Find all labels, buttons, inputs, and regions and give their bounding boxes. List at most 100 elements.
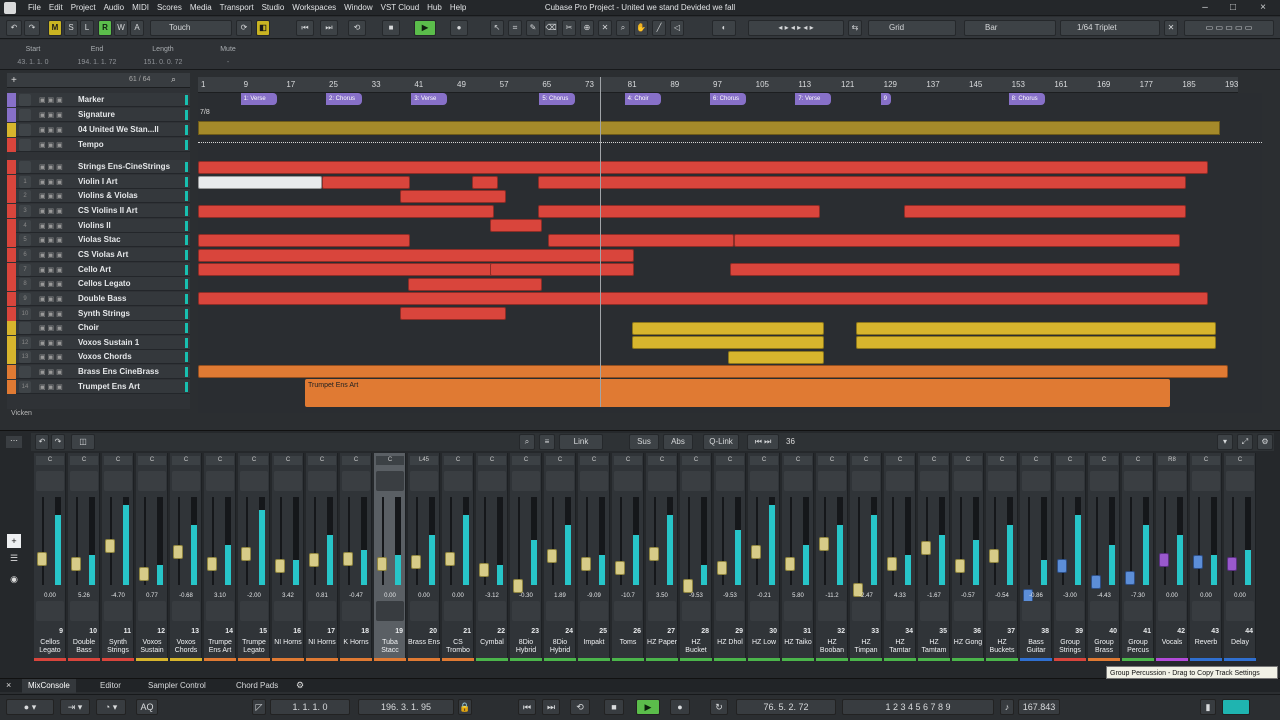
volume-value[interactable]: -0.54	[986, 593, 1018, 599]
snapshot-icon[interactable]: ◫	[71, 434, 95, 450]
mute-solo-buttons[interactable]	[138, 471, 166, 491]
mixer-channel-strip[interactable]: C -2.47 33 HZ Timpan	[850, 453, 882, 661]
pan-control[interactable]: C	[648, 456, 676, 465]
stop-icon[interactable]: ■	[382, 20, 400, 36]
read-write-buttons[interactable]	[240, 601, 268, 621]
pan-control[interactable]: C	[784, 456, 812, 465]
mixer-channel-strip[interactable]: C -3.12 22 Cymbal	[476, 453, 508, 661]
pan-control[interactable]: C	[342, 456, 370, 465]
tab-sampler-control[interactable]: Sampler Control	[142, 679, 212, 693]
read-write-buttons[interactable]	[682, 601, 710, 621]
mute-solo-buttons[interactable]	[70, 471, 98, 491]
mute-solo-buttons[interactable]	[1124, 471, 1152, 491]
channel-name[interactable]: HZ Tamtar	[884, 639, 916, 655]
volume-value[interactable]: -0.21	[748, 593, 780, 599]
track-row[interactable]: 5 ▣ ▣ ▣ Violas Stac	[7, 233, 190, 247]
pan-control[interactable]: R8	[1158, 456, 1186, 465]
left-locator-icon[interactable]: ◸	[252, 699, 266, 715]
mixer-channel-strip[interactable]: C -11.2 32 HZ Booban	[816, 453, 848, 661]
pan-control[interactable]: C	[1056, 456, 1084, 465]
read-write-buttons[interactable]	[308, 601, 336, 621]
mute-solo-buttons[interactable]	[1056, 471, 1084, 491]
volume-fader[interactable]	[343, 552, 353, 566]
end-field[interactable]: End 194. 1. 1. 72	[74, 43, 120, 69]
track-name[interactable]: CS Violins II Art	[78, 206, 138, 215]
mixer-channel-strip[interactable]: L45 0.00 20 Brass Ens	[408, 453, 440, 661]
volume-fader[interactable]	[785, 557, 795, 571]
transport-stop-icon[interactable]: ■	[604, 699, 624, 715]
volume-value[interactable]: 1.89	[544, 593, 576, 599]
redo-mix-icon[interactable]: ↷	[51, 434, 65, 450]
mixer-channel-strip[interactable]: C -4.70 11 Synth Strings	[102, 453, 134, 661]
cycle-icon[interactable]: ⟲	[348, 20, 366, 36]
channel-name[interactable]: HZ Bucket	[680, 639, 712, 655]
volume-fader[interactable]	[547, 549, 557, 563]
read-write-buttons[interactable]	[172, 601, 200, 621]
mixer-channel-strip[interactable]: C 5.26 10 Double Bass	[68, 453, 100, 661]
channel-name[interactable]: Group Brass	[1088, 639, 1120, 655]
track-name[interactable]: Brass Ens CineBrass	[78, 367, 159, 376]
channel-name[interactable]: 8Dio Hybrid	[510, 639, 542, 655]
read-write-buttons[interactable]	[478, 601, 506, 621]
read-write-buttons[interactable]	[648, 601, 676, 621]
channel-name[interactable]: Synth Strings	[102, 639, 134, 655]
volume-value[interactable]: -3.12	[476, 593, 508, 599]
pan-control[interactable]: C	[1226, 456, 1254, 465]
mute-solo-buttons[interactable]	[682, 471, 710, 491]
track-name[interactable]: Violins & Violas	[78, 191, 138, 200]
read-write-buttons[interactable]	[614, 601, 642, 621]
mixer-list-icon[interactable]: ≡	[539, 434, 555, 450]
tab-mixconsole[interactable]: MixConsole	[22, 679, 76, 693]
channel-name[interactable]: Cymbal	[476, 639, 508, 647]
track-buttons[interactable]: ▣ ▣ ▣	[39, 250, 73, 260]
mixer-channel-strip[interactable]: C 0.00 21 CS Trombo	[442, 453, 474, 661]
read-write-buttons[interactable]	[1124, 601, 1152, 621]
pan-control[interactable]: L45	[410, 456, 438, 465]
volume-value[interactable]: -11.2	[816, 593, 848, 599]
rack-icon[interactable]: ☰	[7, 553, 21, 567]
mute-solo-buttons[interactable]	[818, 471, 846, 491]
midi-part[interactable]	[490, 263, 634, 276]
track-name[interactable]: Violas Stac	[78, 235, 121, 244]
read-write-buttons[interactable]	[784, 601, 812, 621]
pan-control[interactable]: C	[240, 456, 268, 465]
channel-name[interactable]: Group Percus	[1122, 639, 1154, 655]
add-track-icon[interactable]: +	[11, 75, 17, 86]
fader-track[interactable]	[994, 497, 996, 585]
volume-fader[interactable]	[819, 537, 829, 551]
nudge-buttons[interactable]: ◂ ▸ ◂ ▸ ◂ ▸	[748, 20, 844, 36]
fader-track[interactable]	[1164, 497, 1166, 585]
tab-settings-icon[interactable]: ⚙	[296, 680, 304, 691]
window-layout-buttons[interactable]: ▭ ▭ ▭ ▭ ▭	[1184, 20, 1274, 36]
volume-fader[interactable]	[377, 557, 387, 571]
volume-value[interactable]: 0.00	[1156, 593, 1188, 599]
fader-track[interactable]	[518, 497, 520, 585]
tempo-value[interactable]: 167.843	[1018, 699, 1060, 715]
track-row[interactable]: ▣ ▣ ▣ Signature	[7, 108, 190, 122]
midi-part[interactable]	[538, 205, 820, 218]
marker-jump-icon[interactable]: ↻	[710, 699, 728, 715]
track-name[interactable]: Voxos Chords	[78, 352, 132, 361]
end-value[interactable]: 194. 1. 1. 72	[74, 56, 120, 69]
track-name[interactable]: Marker	[78, 95, 104, 104]
mixer-channel-strip[interactable]: C 0.00 44 Delay	[1224, 453, 1256, 661]
activate-button[interactable]: A	[130, 20, 144, 36]
read-write-buttons[interactable]	[954, 601, 982, 621]
midi-part[interactable]	[400, 190, 506, 203]
click-icon[interactable]: ♪	[1000, 699, 1014, 715]
volume-fader[interactable]	[1125, 571, 1135, 585]
volume-value[interactable]: -4.43	[1088, 593, 1120, 599]
fader-track[interactable]	[892, 497, 894, 585]
read-write-buttons[interactable]	[750, 601, 778, 621]
fader-track[interactable]	[42, 497, 44, 585]
volume-fader[interactable]	[241, 547, 251, 561]
track-row[interactable]: 14 ▣ ▣ ▣ Trumpet Ens Art	[7, 380, 190, 394]
transport-cycle-icon[interactable]: ⟲	[570, 699, 590, 715]
track-row[interactable]: ▣ ▣ ▣ Marker	[7, 93, 190, 107]
fader-track[interactable]	[1232, 497, 1234, 585]
channel-name[interactable]: Delay	[1224, 639, 1256, 647]
mixer-channel-strip[interactable]: C -10.7 26 Toms	[612, 453, 644, 661]
pan-control[interactable]: C	[478, 456, 506, 465]
mute-solo-buttons[interactable]	[1090, 471, 1118, 491]
track-name[interactable]: 04 United We Stan...ll	[78, 125, 159, 134]
